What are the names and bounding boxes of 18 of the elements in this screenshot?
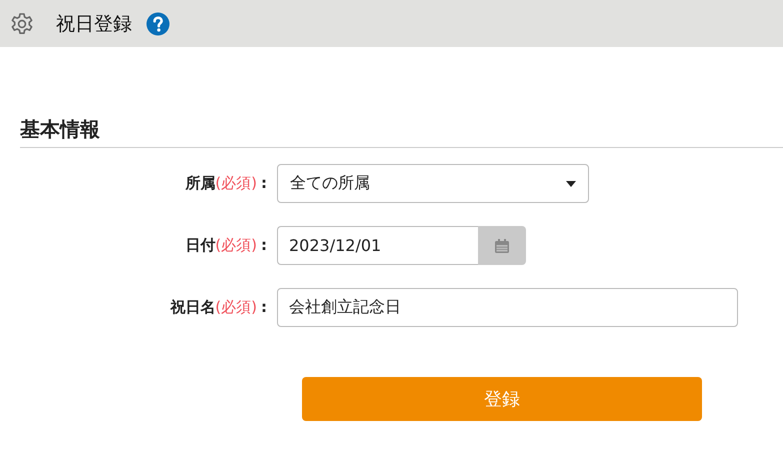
caret-icon — [566, 180, 576, 186]
date-field[interactable]: 2023/12/01 — [277, 226, 478, 265]
field-label: 祝日名 — [170, 298, 216, 316]
page-title: 祝日登録 — [56, 12, 132, 36]
field-label: 日付 — [185, 236, 216, 254]
label-colon: : — [261, 298, 267, 316]
field-label: 所属 — [185, 174, 216, 192]
required-mark: (必須) — [215, 236, 257, 254]
section-heading: 基本情報 — [20, 117, 100, 141]
settings-icon[interactable] — [10, 12, 34, 36]
label-colon: : — [261, 236, 267, 254]
required-mark: (必須) — [215, 298, 257, 316]
label-colon: : — [261, 174, 267, 192]
calendar-icon — [494, 238, 510, 254]
department-dropdown[interactable]: 全ての所属 — [277, 164, 589, 203]
holiday-name-field[interactable]: 会社創立記念日 — [277, 288, 738, 327]
required-mark: (必須) — [215, 174, 257, 192]
help-icon[interactable] — [146, 12, 170, 36]
